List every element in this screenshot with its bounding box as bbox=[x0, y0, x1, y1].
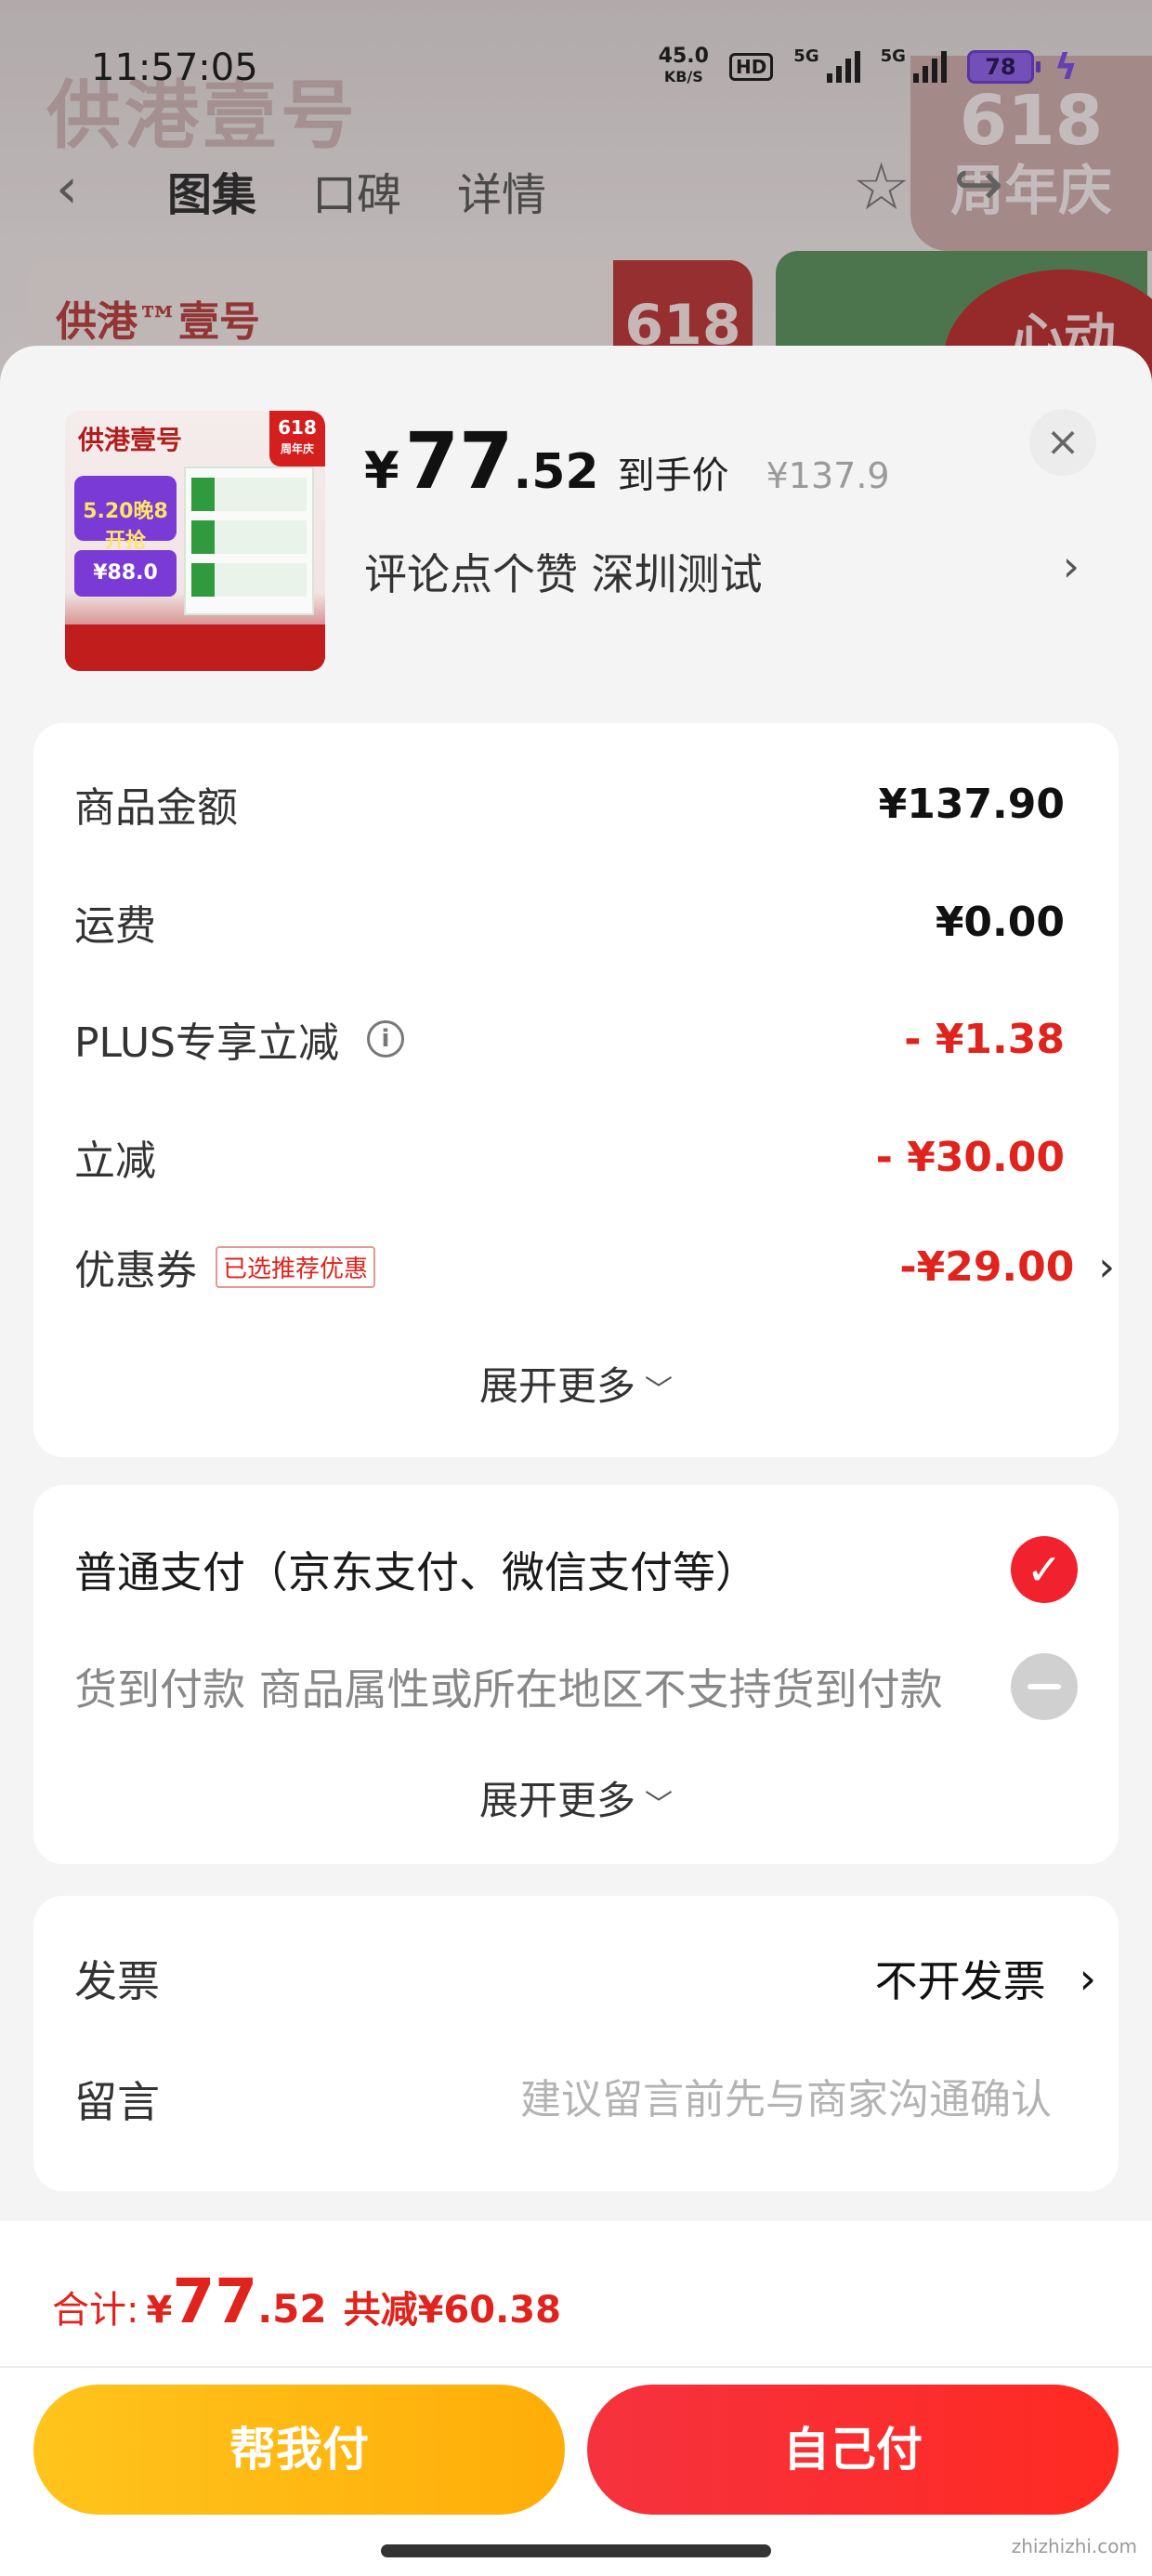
invoice-message-card: 发票 不开发票 › 留言 bbox=[33, 1896, 1119, 2191]
pay-myself-button[interactable]: 自己付 bbox=[587, 2385, 1119, 2515]
cod-payment-option: 货到付款 商品属性或所在地区不支持货到付款 bbox=[74, 1652, 1115, 1721]
final-price: ¥ 77 .52 到手价 ¥137.9 bbox=[364, 415, 890, 506]
info-icon[interactable]: i bbox=[367, 1020, 404, 1058]
invoice-value: 不开发票 bbox=[874, 1956, 1046, 2006]
total-decimal: .52 bbox=[257, 2286, 327, 2332]
coupon-value: -¥29.00 bbox=[899, 1242, 1075, 1291]
price-integer: 77 bbox=[404, 415, 514, 506]
watermark: zhizhizhi.com bbox=[1011, 2535, 1137, 2557]
original-price: ¥137.9 bbox=[766, 455, 890, 496]
thumbnail-stage bbox=[65, 624, 325, 671]
expand-more-payments-label: 展开更多 bbox=[478, 1778, 635, 1823]
goods-amount-label: 商品金额 bbox=[74, 784, 238, 832]
instant-discount-label: 立减 bbox=[74, 1137, 156, 1185]
chevron-down-icon: ﹀ bbox=[645, 1789, 673, 1821]
instant-discount-row: 立减 - ¥30.00 bbox=[74, 1127, 1065, 1187]
message-label: 留言 bbox=[74, 2077, 160, 2127]
shipping-label: 运费 bbox=[74, 902, 156, 950]
normal-payment-option[interactable]: 普通支付（京东支付、微信支付等） ✓ bbox=[74, 1535, 1115, 1604]
thumbnail-product-boxes bbox=[184, 467, 314, 615]
plus-discount-row: PLUS专享立减 i - ¥1.38 bbox=[74, 1009, 1065, 1069]
coupon-row[interactable]: 优惠券 已选推荐优惠 -¥29.00 › bbox=[74, 1237, 1115, 1296]
goods-amount-row: 商品金额 ¥137.90 bbox=[74, 774, 1065, 834]
normal-payment-label: 普通支付（京东支付、微信支付等） bbox=[74, 1547, 758, 1597]
bottom-action-bar: 合计: ¥ 77 .52 共减¥60.38 帮我付 自己付 bbox=[0, 2221, 1152, 2576]
payment-method-card: 普通支付（京东支付、微信支付等） ✓ 货到付款 商品属性或所在地区不支持货到付款… bbox=[33, 1485, 1119, 1864]
shipping-value: ¥0.00 bbox=[935, 898, 1065, 946]
spec-selector[interactable]: 评论点个赞 深圳测试 › bbox=[364, 541, 1080, 602]
coupon-recommended-tag: 已选推荐优惠 bbox=[216, 1245, 376, 1288]
coupon-text: 优惠券 bbox=[74, 1247, 197, 1295]
plus-discount-label: PLUS专享立减 i bbox=[74, 1009, 404, 1069]
price-breakdown-card: 商品金额 ¥137.90 运费 ¥0.00 PLUS专享立减 i - ¥1.38… bbox=[33, 723, 1119, 1457]
invoice-label: 发票 bbox=[74, 1956, 160, 2006]
chevron-down-icon: ﹀ bbox=[645, 1374, 673, 1407]
price-currency: ¥ bbox=[364, 441, 399, 500]
thumbnail-promo: 5.20晚8开抢 bbox=[74, 476, 177, 553]
spec-text: 评论点个赞 深圳测试 bbox=[364, 549, 763, 599]
help-me-pay-button[interactable]: 帮我付 bbox=[33, 2385, 565, 2515]
plus-discount-text: PLUS专享立减 bbox=[74, 1019, 339, 1067]
invoice-row[interactable]: 发票 不开发票 › bbox=[74, 1944, 1096, 2013]
chevron-right-icon: › bbox=[1098, 1242, 1115, 1291]
instant-discount-value: - ¥30.00 bbox=[875, 1133, 1065, 1181]
disabled-icon bbox=[1011, 1653, 1078, 1720]
divider bbox=[0, 2366, 1152, 2368]
total-currency: ¥ bbox=[146, 2289, 173, 2332]
checkmark-icon[interactable]: ✓ bbox=[1011, 1536, 1078, 1603]
product-thumbnail: 供港壹号 618 周年庆 5.20晚8开抢 ¥88.0 bbox=[65, 411, 325, 671]
plus-discount-value: - ¥1.38 bbox=[904, 1015, 1065, 1063]
thumbnail-618-number: 618 bbox=[278, 416, 317, 439]
message-input[interactable] bbox=[401, 2075, 1052, 2123]
total-saved: 共减¥60.38 bbox=[343, 2289, 561, 2332]
close-icon[interactable]: × bbox=[1029, 409, 1096, 476]
coupon-label: 优惠券 已选推荐优惠 bbox=[74, 1237, 376, 1296]
expand-more-discounts[interactable]: 展开更多 ﹀ bbox=[33, 1355, 1119, 1412]
shipping-row: 运费 ¥0.00 bbox=[74, 892, 1065, 952]
invoice-value-group: 不开发票 › bbox=[875, 1948, 1096, 2009]
cod-payment-label: 货到付款 商品属性或所在地区不支持货到付款 bbox=[74, 1664, 943, 1715]
thumbnail-618-badge: 618 周年庆 bbox=[269, 411, 325, 467]
home-indicator[interactable] bbox=[381, 2544, 771, 2557]
goods-amount-value: ¥137.90 bbox=[878, 780, 1065, 828]
thumbnail-price: ¥88.0 bbox=[74, 550, 177, 597]
product-header: 供港壹号 618 周年庆 5.20晚8开抢 ¥88.0 ¥ 77 .52 到手价 … bbox=[0, 346, 1152, 708]
expand-more-label: 展开更多 bbox=[478, 1363, 635, 1409]
total-label: 合计: bbox=[52, 2289, 139, 2332]
thumbnail-brand: 供港壹号 bbox=[78, 425, 183, 455]
total-integer: 77 bbox=[172, 2266, 258, 2337]
chevron-right-icon: › bbox=[1079, 1953, 1096, 2004]
message-row: 留言 bbox=[74, 2065, 1052, 2134]
total-summary: 合计: ¥ 77 .52 共减¥60.38 bbox=[52, 2266, 561, 2337]
expand-more-payments[interactable]: 展开更多 ﹀ bbox=[33, 1769, 1119, 1826]
price-note: 到手价 bbox=[617, 454, 729, 497]
price-decimal: .52 bbox=[513, 444, 599, 500]
thumbnail-anniv-text: 周年庆 bbox=[280, 442, 314, 455]
chevron-right-icon: › bbox=[1062, 541, 1080, 591]
coupon-value-group: -¥29.00 › bbox=[899, 1243, 1115, 1291]
